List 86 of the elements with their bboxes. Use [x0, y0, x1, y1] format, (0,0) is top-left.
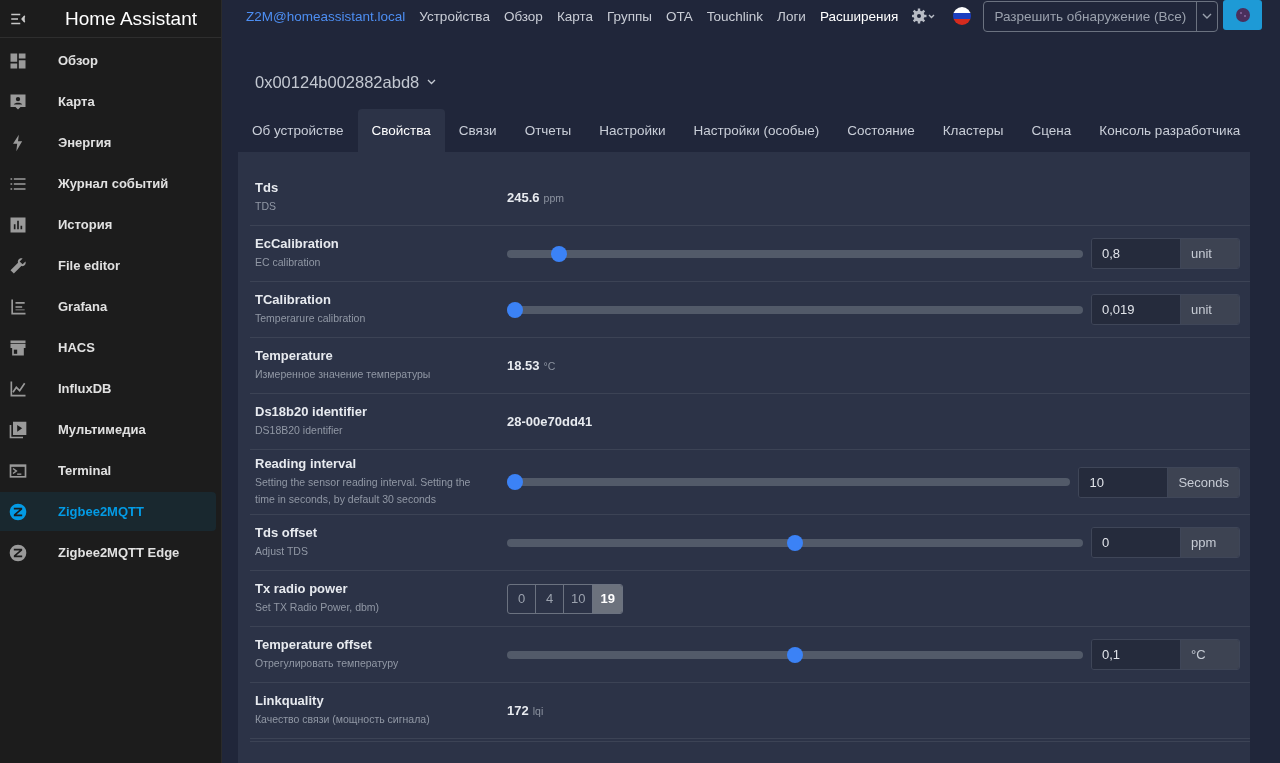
- property-name: Ds18b20 identifier: [255, 404, 368, 419]
- tab[interactable]: Связи: [444, 109, 511, 152]
- unit-label: unit: [1181, 239, 1239, 268]
- option-button[interactable]: 19: [593, 584, 622, 613]
- property-name: EcCalibration: [255, 236, 340, 251]
- zigbee-dot-icon: [1234, 7, 1251, 23]
- zigbee-icon: [8, 542, 28, 563]
- sidebar-item[interactable]: Zigbee2MQTT Edge: [0, 533, 216, 572]
- nav-link[interactable]: Touchlink: [699, 8, 771, 24]
- app-title: Home Assistant: [65, 7, 197, 30]
- sidebar-item[interactable]: Grafana: [0, 287, 216, 326]
- slider-thumb[interactable]: [550, 245, 567, 262]
- permit-join-button[interactable]: [1223, 0, 1263, 30]
- slider-thumb[interactable]: [787, 534, 803, 551]
- property-name: TCalibration: [255, 292, 332, 307]
- tab[interactable]: Сцена: [1017, 109, 1086, 152]
- tab[interactable]: Консоль разработчика: [1085, 109, 1255, 152]
- flag-icon[interactable]: [953, 7, 972, 25]
- option-button[interactable]: 0: [508, 584, 536, 613]
- property-description: Качество связи (мощность сигнала): [255, 712, 431, 727]
- property-name: Tds: [255, 180, 280, 195]
- tab[interactable]: Кластеры: [928, 109, 1018, 152]
- property-name: Tx radio power: [255, 581, 349, 596]
- sidebar-item[interactable]: Энергия: [0, 123, 216, 162]
- sidebar-item[interactable]: File editor: [0, 246, 216, 285]
- property-name: Temperature offset: [255, 637, 373, 652]
- number-input[interactable]: 0,1: [1092, 640, 1181, 669]
- unit-label: unit: [1181, 295, 1239, 324]
- tab[interactable]: Отчеты: [510, 109, 586, 152]
- property-description: Setting the sensor reading interval. Setting the time in seconds, by default 30 seconds: [255, 475, 472, 507]
- property-name: Linkquality: [255, 693, 325, 708]
- nav-link[interactable]: Устройства: [412, 8, 497, 24]
- slider-thumb[interactable]: [507, 301, 523, 318]
- unit-label: ppm: [1181, 528, 1239, 557]
- nav-link[interactable]: Группы: [600, 8, 659, 24]
- nav-link[interactable]: Логи: [770, 8, 813, 24]
- property-description: TDS: [255, 199, 277, 214]
- tab[interactable]: Свойства: [357, 109, 445, 152]
- property-description: Set TX Radio Power, dbm): [255, 600, 381, 615]
- sidebar-item[interactable]: Terminal: [0, 451, 216, 490]
- sidebar-item[interactable]: Zigbee2MQTT: [0, 492, 216, 531]
- caret-icon: [1202, 13, 1213, 19]
- nav-link[interactable]: Обзор: [496, 8, 550, 24]
- property-description: Измеренное значение температуры: [255, 367, 432, 382]
- sidebar-item[interactable]: Мультимедиа: [0, 410, 216, 449]
- property-description: Adjust TDS: [255, 544, 309, 559]
- sidebar-item[interactable]: HACS: [0, 328, 216, 367]
- sidebar-item[interactable]: Карта: [0, 82, 216, 121]
- tab[interactable]: Настройки: [585, 109, 680, 152]
- tab[interactable]: Состояние: [833, 109, 929, 152]
- sidebar-item[interactable]: InfluxDB: [0, 369, 216, 408]
- property-name: Temperature: [255, 348, 334, 363]
- number-input[interactable]: 0: [1092, 528, 1181, 557]
- property-value: 18.53 °C: [507, 358, 556, 373]
- unit-label: Seconds: [1168, 467, 1239, 497]
- unit-label: °C: [1181, 640, 1239, 669]
- property-name: Tds offset: [255, 525, 319, 540]
- property-description: Отрегулировать температуру: [255, 656, 400, 671]
- tab[interactable]: Об устройстве: [238, 109, 358, 152]
- sidebar-item[interactable]: Журнал событий: [0, 164, 216, 203]
- property-value: 28-00e70dd41: [507, 414, 593, 429]
- option-button[interactable]: 4: [536, 584, 564, 613]
- property-value: 245.6 ppm: [507, 190, 564, 205]
- device-title[interactable]: 0x00124b002882abd8: [255, 72, 420, 92]
- nav-link[interactable]: Расширения: [812, 8, 906, 24]
- property-description: DS18B20 identifier: [255, 423, 344, 438]
- sidebar-item[interactable]: История: [0, 205, 216, 244]
- number-input[interactable]: 0,019: [1092, 295, 1181, 324]
- nav-link[interactable]: OTA: [659, 8, 700, 24]
- slider-thumb[interactable]: [507, 474, 523, 490]
- wrench-icon: [8, 255, 28, 276]
- brand-link[interactable]: Z2M@homeassistant.local: [246, 8, 406, 24]
- property-description: Temperarure calibration: [255, 311, 367, 326]
- number-input[interactable]: 0,8: [1092, 239, 1181, 268]
- caret-icon[interactable]: [427, 79, 437, 85]
- number-input[interactable]: 10: [1079, 467, 1169, 497]
- property-value: 172 lqi: [507, 703, 544, 718]
- property-name: Reading interval: [255, 456, 358, 471]
- sidebar-item[interactable]: Обзор: [0, 41, 216, 80]
- tab[interactable]: Настройки (особые): [679, 109, 834, 152]
- zigbee-icon: [8, 501, 28, 522]
- nav-link[interactable]: Карта: [549, 8, 600, 24]
- property-description: EC calibration: [255, 255, 322, 270]
- permit-join-dropdown[interactable]: Разрешить обнаружение (Все): [983, 0, 1219, 32]
- play-icon: [8, 419, 28, 440]
- slider-thumb[interactable]: [787, 646, 803, 663]
